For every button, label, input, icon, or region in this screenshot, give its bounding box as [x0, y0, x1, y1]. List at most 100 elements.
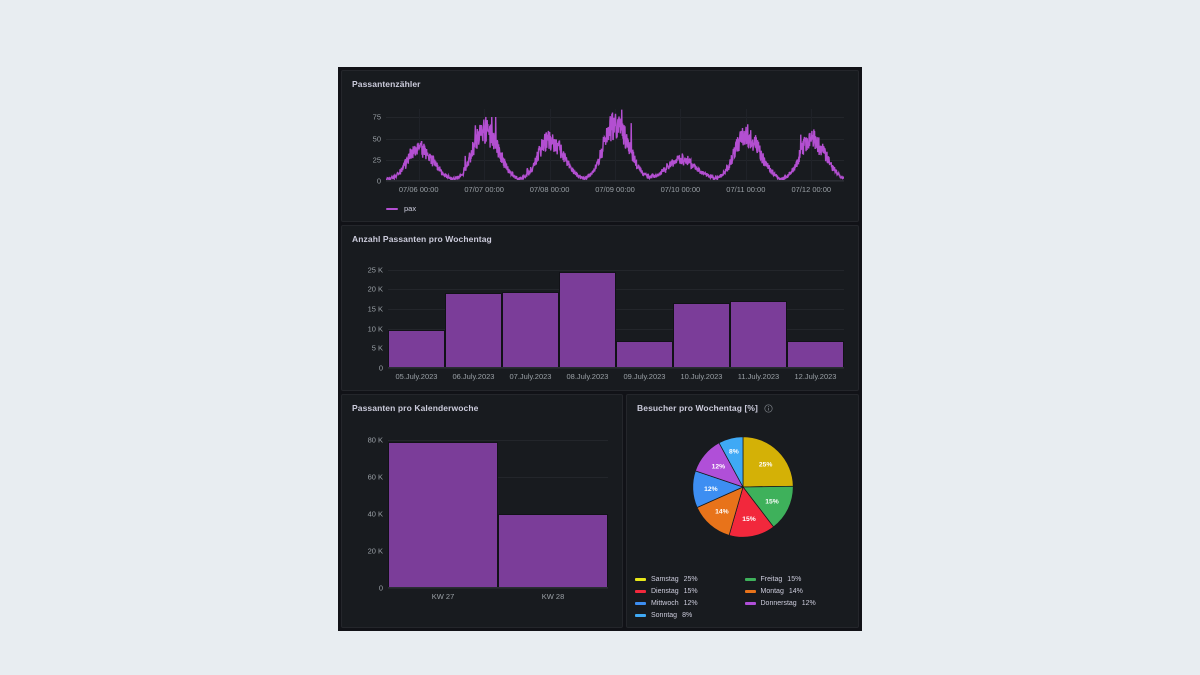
panel-passanten-pro-kalenderwoche[interactable]: Passanten pro Kalenderwoche 0 20 K 40 K 60 …: [341, 394, 623, 628]
x-axis-tick: KW 27: [431, 592, 455, 601]
panel-header: Besucher pro Wochentag [%]: [627, 395, 858, 417]
panel-body: 0 20 K 40 K 60 K 80 K KW 27 KW 28: [342, 417, 622, 627]
pie-chart-area[interactable]: 25% 15% 15% 14% 12% 12% 8%: [627, 429, 858, 549]
legend-color-swatch-icon: [635, 614, 646, 617]
panel-body: 25% 15% 15% 14% 12% 12% 8% Samstag 25% Freitag 15…: [627, 417, 858, 627]
line-dash-icon: [386, 207, 398, 210]
pie-slice-label: 25%: [758, 461, 772, 468]
panel-title: Anzahl Passanten pro Wochentag: [352, 234, 492, 244]
y-axis-tick: 25: [372, 155, 381, 165]
panel-header: Anzahl Passanten pro Wochentag: [342, 226, 858, 248]
bar[interactable]: [502, 292, 559, 368]
x-axis-tick: 07/07 00:00: [464, 185, 504, 194]
timeseries-legend[interactable]: pax: [386, 204, 416, 213]
pie-legend-label: Sonntag: [651, 612, 678, 619]
pie-legend-label: Montag: [760, 588, 784, 595]
bar[interactable]: [787, 340, 844, 368]
panel-body: 0 5 K 10 K 15 K 20 K 25 K 05.July.2023 06.July.…: [342, 248, 858, 390]
pie-legend-value: 15%: [683, 588, 698, 595]
pie-legend-item[interactable]: Sonntag 8%: [635, 612, 745, 619]
pie-legend-label: Donnerstag: [760, 600, 797, 607]
pie-legend-value: 12%: [801, 600, 816, 607]
pie-chart: 25% 15% 15% 14% 12% 12% 8%: [691, 436, 794, 538]
pie-slice-label: 14%: [715, 509, 729, 516]
y-axis-tick: 40 K: [367, 509, 383, 519]
x-axis-tick: 07/08 00:00: [529, 185, 570, 194]
pie-slice-label: 12%: [711, 464, 725, 471]
timeseries-axis-line: [386, 180, 844, 181]
weekday-axis-line: [388, 367, 844, 368]
legend-color-swatch-icon: [744, 590, 756, 593]
x-axis-tick: 12.July.2023: [794, 372, 837, 381]
y-axis-tick: 75: [372, 112, 381, 122]
bar[interactable]: [445, 293, 502, 368]
legend-color-swatch-icon: [744, 602, 756, 605]
timeseries-line: [386, 109, 844, 181]
timeseries-plot-area[interactable]: 0 25 50 75 07/06 00:00 07/07 00:00 07/08 00:00…: [373, 109, 844, 194]
bar[interactable]: [559, 271, 616, 368]
weekday-bars: [388, 262, 844, 368]
pie-slice-label: 8%: [728, 448, 738, 455]
x-axis-tick: 07/11 00:00: [726, 185, 766, 194]
weekday-bar-plot-area[interactable]: 0 5 K 10 K 15 K 20 K 25 K 05.July.2023 06.July.…: [368, 262, 844, 381]
calendarweek-axis-line: [388, 587, 608, 588]
legend-color-swatch-icon: [744, 578, 756, 581]
bar[interactable]: [498, 514, 608, 588]
y-axis-tick: 25 K: [367, 265, 383, 275]
timeseries-legend-label: pax: [404, 204, 417, 213]
x-axis-tick: 09.July.2023: [623, 372, 666, 381]
pie-legend[interactable]: Samstag 25% Freitag 15% Dienstag 15% Montag 14%…: [635, 576, 854, 619]
pie-legend-label: Samstag: [651, 576, 679, 583]
y-axis-tick: 15 K: [367, 304, 383, 314]
pie-legend-value: 15%: [787, 576, 802, 583]
panel-body: 0 25 50 75 07/06 00:00 07/07 00:00 07/08 00:00…: [342, 93, 858, 221]
y-axis-tick: 80 K: [367, 435, 383, 445]
info-circle-icon[interactable]: [764, 403, 773, 413]
x-axis-tick: KW 28: [541, 592, 565, 601]
bar[interactable]: [673, 302, 730, 368]
pie-slice-label: 12%: [704, 486, 718, 493]
calendarweek-bar-plot-area[interactable]: 0 20 K 40 K 60 K 80 K KW 27 KW 28: [368, 431, 608, 601]
y-axis-tick: 0: [378, 583, 383, 593]
x-axis-tick: 07/09 00:00: [595, 185, 635, 194]
pie-legend-item[interactable]: Freitag 15%: [744, 576, 855, 583]
pie-legend-value: 25%: [683, 576, 698, 583]
panel-passantenzaehler[interactable]: Passantenzähler 0 25 50 75 07/06 00:00 07/07 …: [341, 70, 859, 222]
pie-legend-item[interactable]: Mittwoch 12%: [635, 600, 745, 607]
gridline: [388, 368, 844, 369]
bar[interactable]: [388, 442, 498, 588]
legend-color-swatch-icon: [635, 590, 646, 593]
y-axis-tick: 0: [376, 176, 381, 186]
x-axis-tick: 07.July.2023: [509, 372, 552, 381]
bar[interactable]: [730, 301, 787, 368]
panel-title: Passantenzähler: [352, 79, 421, 89]
bar[interactable]: [388, 329, 445, 368]
panel-header: Passanten pro Kalenderwoche: [342, 395, 622, 417]
x-axis-tick: 07/10 00:00: [660, 185, 701, 194]
calendarweek-bars: [388, 431, 608, 588]
pie-legend-value: 8%: [682, 612, 693, 619]
panel-besucher-pro-wochentag[interactable]: Besucher pro Wochentag [%] 25% 15% 15% 14% 1…: [626, 394, 859, 628]
y-axis-tick: 60 K: [367, 472, 383, 482]
gridline: [386, 181, 844, 182]
y-axis-tick: 0: [378, 363, 383, 373]
pie-legend-item[interactable]: Montag 14%: [744, 588, 855, 595]
panel-anzahl-passanten-pro-wochentag[interactable]: Anzahl Passanten pro Wochentag 0 5 K 10 K 1…: [341, 225, 859, 391]
panel-header: Passantenzähler: [342, 71, 858, 93]
pie-slice-label: 15%: [742, 516, 756, 523]
x-axis-tick: 06.July.2023: [452, 372, 495, 381]
pie-slice-label: 15%: [765, 498, 779, 505]
pie-legend-item[interactable]: Samstag 25%: [635, 576, 745, 583]
y-axis-tick: 20 K: [367, 546, 383, 556]
panel-title: Passanten pro Kalenderwoche: [352, 403, 479, 413]
y-axis-tick: 20 K: [367, 284, 383, 294]
x-axis-tick: 07/06 00:00: [398, 185, 439, 194]
pie-legend-item[interactable]: Dienstag 15%: [635, 588, 745, 595]
bar[interactable]: [616, 340, 673, 368]
legend-color-swatch-icon: [635, 578, 646, 581]
pie-legend-item[interactable]: Donnerstag 12%: [744, 600, 855, 607]
pie-legend-label: Freitag: [760, 576, 783, 583]
pie-legend-label: Dienstag: [651, 588, 679, 595]
y-axis-tick: 10 K: [367, 324, 383, 334]
y-axis-tick: 5 K: [371, 343, 383, 353]
